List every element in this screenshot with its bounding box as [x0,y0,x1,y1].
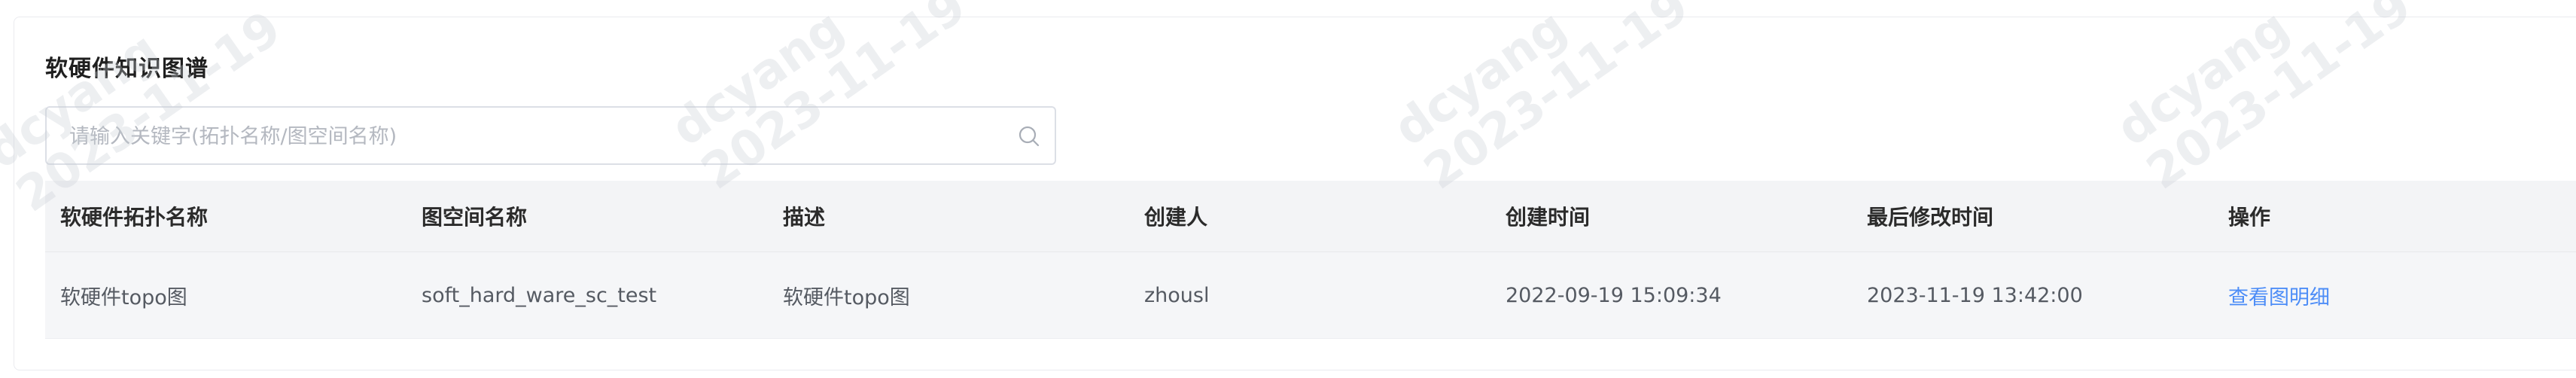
table-header: 软硬件拓扑名称 图空间名称 描述 创建人 创建时间 最后修改时间 操作 [45,181,2576,252]
column-header-topology-name: 软硬件拓扑名称 [60,205,209,230]
cell-description: 软硬件topo图 [783,285,910,309]
column-header-action: 操作 [2228,205,2271,230]
column-header-creator: 创建人 [1144,205,1208,230]
section-title: 软硬件知识图谱 [45,56,209,82]
search-icon[interactable] [1017,124,1041,148]
cell-updated-at: 2023-11-19 13:42:00 [1867,283,2083,307]
column-header-space-name: 图空间名称 [422,205,528,230]
table-row: 软硬件topo图 soft_hard_ware_sc_test 软硬件topo图… [45,252,2576,339]
column-header-created-at: 创建时间 [1506,205,1591,230]
column-header-description: 描述 [783,205,826,230]
column-header-updated-at: 最后修改时间 [1867,205,1994,230]
topology-table: 软硬件拓扑名称 图空间名称 描述 创建人 创建时间 最后修改时间 操作 软硬件t… [45,181,2576,339]
table-body: 软硬件topo图 soft_hard_ware_sc_test 软硬件topo图… [45,252,2576,339]
page: 软硬件知识图谱 软硬件拓扑名称 图空间名称 描述 创建人 创建时间 最后修改时间… [0,0,2576,378]
cell-created-at: 2022-09-19 15:09:34 [1506,283,1722,307]
cell-topology-name: 软硬件topo图 [60,285,187,309]
cell-space-name: soft_hard_ware_sc_test [422,283,657,307]
cell-creator: zhousl [1144,283,1210,307]
view-graph-detail-link[interactable]: 查看图明细 [2228,281,2330,310]
search-box[interactable] [45,106,1056,165]
search-input[interactable] [68,108,989,165]
cell-action: 查看图明细 [2213,252,2574,338]
